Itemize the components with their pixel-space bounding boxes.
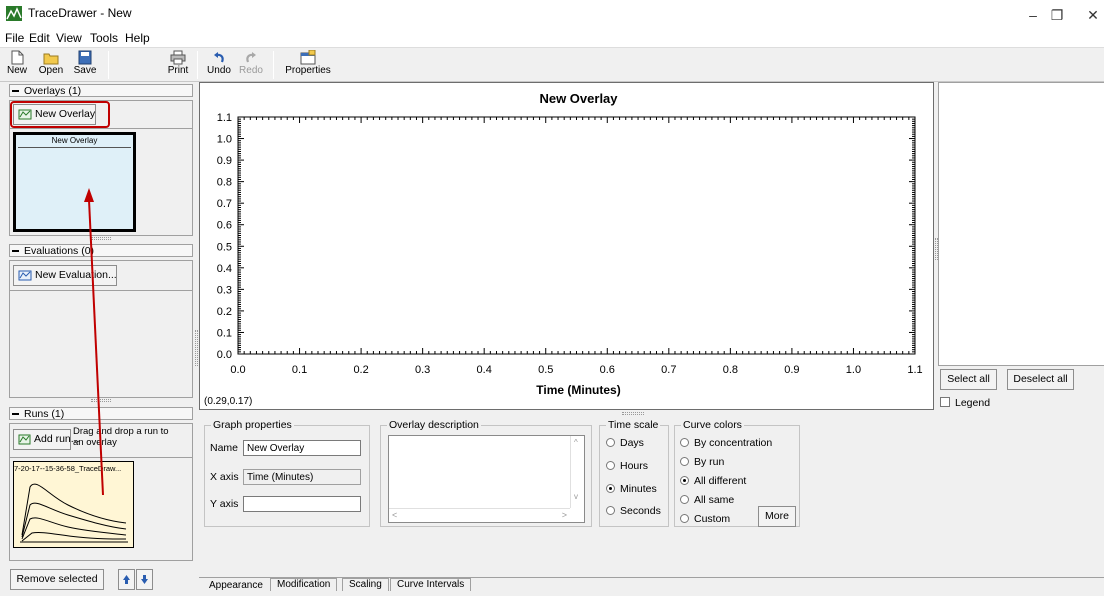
x-tick-label: 0.0 [230, 364, 245, 376]
bottom-splitter[interactable] [622, 412, 644, 415]
y-tick-label: 0.3 [217, 284, 232, 296]
redo-button[interactable]: Redo [236, 49, 266, 81]
time-scale-group: Time scale Days Hours Minutes Seconds [599, 419, 669, 527]
x-tick-label: 1.0 [846, 364, 861, 376]
y-tick-label: 0.9 [217, 155, 232, 167]
toolbar-separator [273, 51, 274, 79]
radio-seconds[interactable]: Seconds [606, 505, 661, 517]
scroll-left-icon[interactable]: < [392, 510, 397, 520]
x-tick-label: 1.1 [907, 364, 922, 376]
x-tick-label: 0.3 [415, 364, 430, 376]
radio-hours[interactable]: Hours [606, 460, 648, 472]
undo-button[interactable]: Undo [204, 49, 234, 81]
properties-button[interactable]: Properties [278, 49, 338, 81]
yaxis-label: Y axis [210, 498, 239, 510]
y-tick-label: 0.2 [217, 306, 232, 318]
curve-selection-list[interactable] [938, 82, 1104, 366]
graph-properties-title: Graph properties [211, 419, 294, 431]
x-tick-label: 0.6 [600, 364, 615, 376]
xaxis-input[interactable]: Time (Minutes) [243, 469, 361, 485]
y-tick-label: 1.0 [217, 134, 232, 146]
scroll-up-icon[interactable]: ^ [574, 438, 578, 447]
time-scale-title: Time scale [606, 419, 661, 431]
plot-frame [237, 116, 916, 355]
graph-properties-group: Graph properties Name New Overlay X axis… [204, 419, 370, 527]
y-tick-label: 0.6 [217, 220, 232, 232]
tab-curve-intervals[interactable]: Curve Intervals [390, 578, 472, 591]
y-tick-label: 0.7 [217, 198, 232, 210]
legend-checkbox[interactable]: Legend [940, 397, 990, 409]
scroll-down-icon[interactable]: v [574, 492, 578, 501]
radio-by-concentration[interactable]: By concentration [680, 437, 772, 449]
y-tick-label: 0.5 [217, 241, 232, 253]
sidebar-splitter[interactable] [195, 330, 198, 366]
y-tick-label: 0.0 [217, 349, 232, 361]
overlay-description-group: Overlay description ^ v < > [380, 419, 592, 527]
x-tick-label: 0.9 [784, 364, 799, 376]
y-tick-label: 0.1 [217, 327, 232, 339]
properties-label: Properties [285, 65, 331, 76]
scroll-right-icon[interactable]: > [562, 510, 567, 520]
xaxis-label: X axis [210, 471, 239, 483]
yaxis-input[interactable] [243, 496, 361, 512]
overlay-description-textarea[interactable]: ^ v < > [388, 435, 585, 523]
radio-custom[interactable]: Custom [680, 513, 730, 525]
radio-all-same[interactable]: All same [680, 494, 734, 506]
y-tick-label: 0.4 [217, 263, 232, 275]
tab-appearance[interactable]: Appearance [203, 580, 269, 593]
select-all-button[interactable]: Select all [940, 369, 997, 390]
y-tick-label: 1.1 [217, 112, 232, 124]
x-tick-label: 0.1 [292, 364, 307, 376]
radio-by-run[interactable]: By run [680, 456, 724, 468]
more-button[interactable]: More [758, 506, 796, 527]
legend-checkbox-box[interactable] [940, 397, 950, 407]
graph-name-input[interactable]: New Overlay [243, 440, 361, 456]
move-up-button[interactable] [118, 569, 135, 590]
radio-all-different[interactable]: All different [680, 475, 746, 487]
deselect-all-button[interactable]: Deselect all [1007, 369, 1074, 390]
radio-days[interactable]: Days [606, 437, 644, 449]
chart-title: New Overlay [539, 91, 618, 106]
right-splitter[interactable] [935, 238, 938, 260]
undo-label: Undo [207, 65, 231, 76]
tab-scaling[interactable]: Scaling [342, 578, 389, 591]
x-tick-label: 0.4 [477, 364, 492, 376]
arrow-up-icon [123, 575, 130, 584]
legend-label: Legend [955, 397, 991, 409]
redo-label: Redo [239, 65, 263, 76]
x-tick-label: 0.5 [538, 364, 553, 376]
x-tick-label: 0.7 [661, 364, 676, 376]
overlay-chart[interactable]: New Overlay 0.0 0.1 0.2 0.3 0.4 0.5 0.6 0.7 0.8 0.… [200, 83, 933, 409]
y-tick-label: 0.8 [217, 177, 232, 189]
redo-arrow-icon [246, 52, 256, 63]
move-down-button[interactable] [136, 569, 153, 590]
overlay-description-title: Overlay description [387, 419, 481, 431]
radio-minutes[interactable]: Minutes [606, 483, 657, 495]
x-tick-label: 0.8 [723, 364, 738, 376]
x-axis-label: Time (Minutes) [536, 383, 620, 397]
close-button[interactable]: ✕ [1070, 0, 1104, 30]
x-tick-label: 0.2 [353, 364, 368, 376]
horizontal-scrollbar[interactable]: < > [389, 508, 570, 522]
vertical-scrollbar[interactable]: ^ v [570, 436, 584, 508]
curve-colors-title: Curve colors [681, 419, 744, 431]
properties-icon [300, 50, 316, 65]
annotation-arrow [84, 188, 104, 496]
remove-selected-button[interactable]: Remove selected [10, 569, 104, 590]
name-label: Name [210, 442, 239, 454]
undo-arrow-icon [214, 52, 224, 63]
curve-colors-group: Curve colors By concentration By run All… [674, 419, 800, 527]
arrow-down-icon [141, 575, 148, 584]
cursor-readout: (0.29,0.17) [204, 396, 252, 407]
tab-modification[interactable]: Modification [270, 578, 338, 591]
chart-area[interactable]: New Overlay 0.0 0.1 0.2 0.3 0.4 0.5 0.6 0.7 0.8 0.… [199, 82, 934, 410]
